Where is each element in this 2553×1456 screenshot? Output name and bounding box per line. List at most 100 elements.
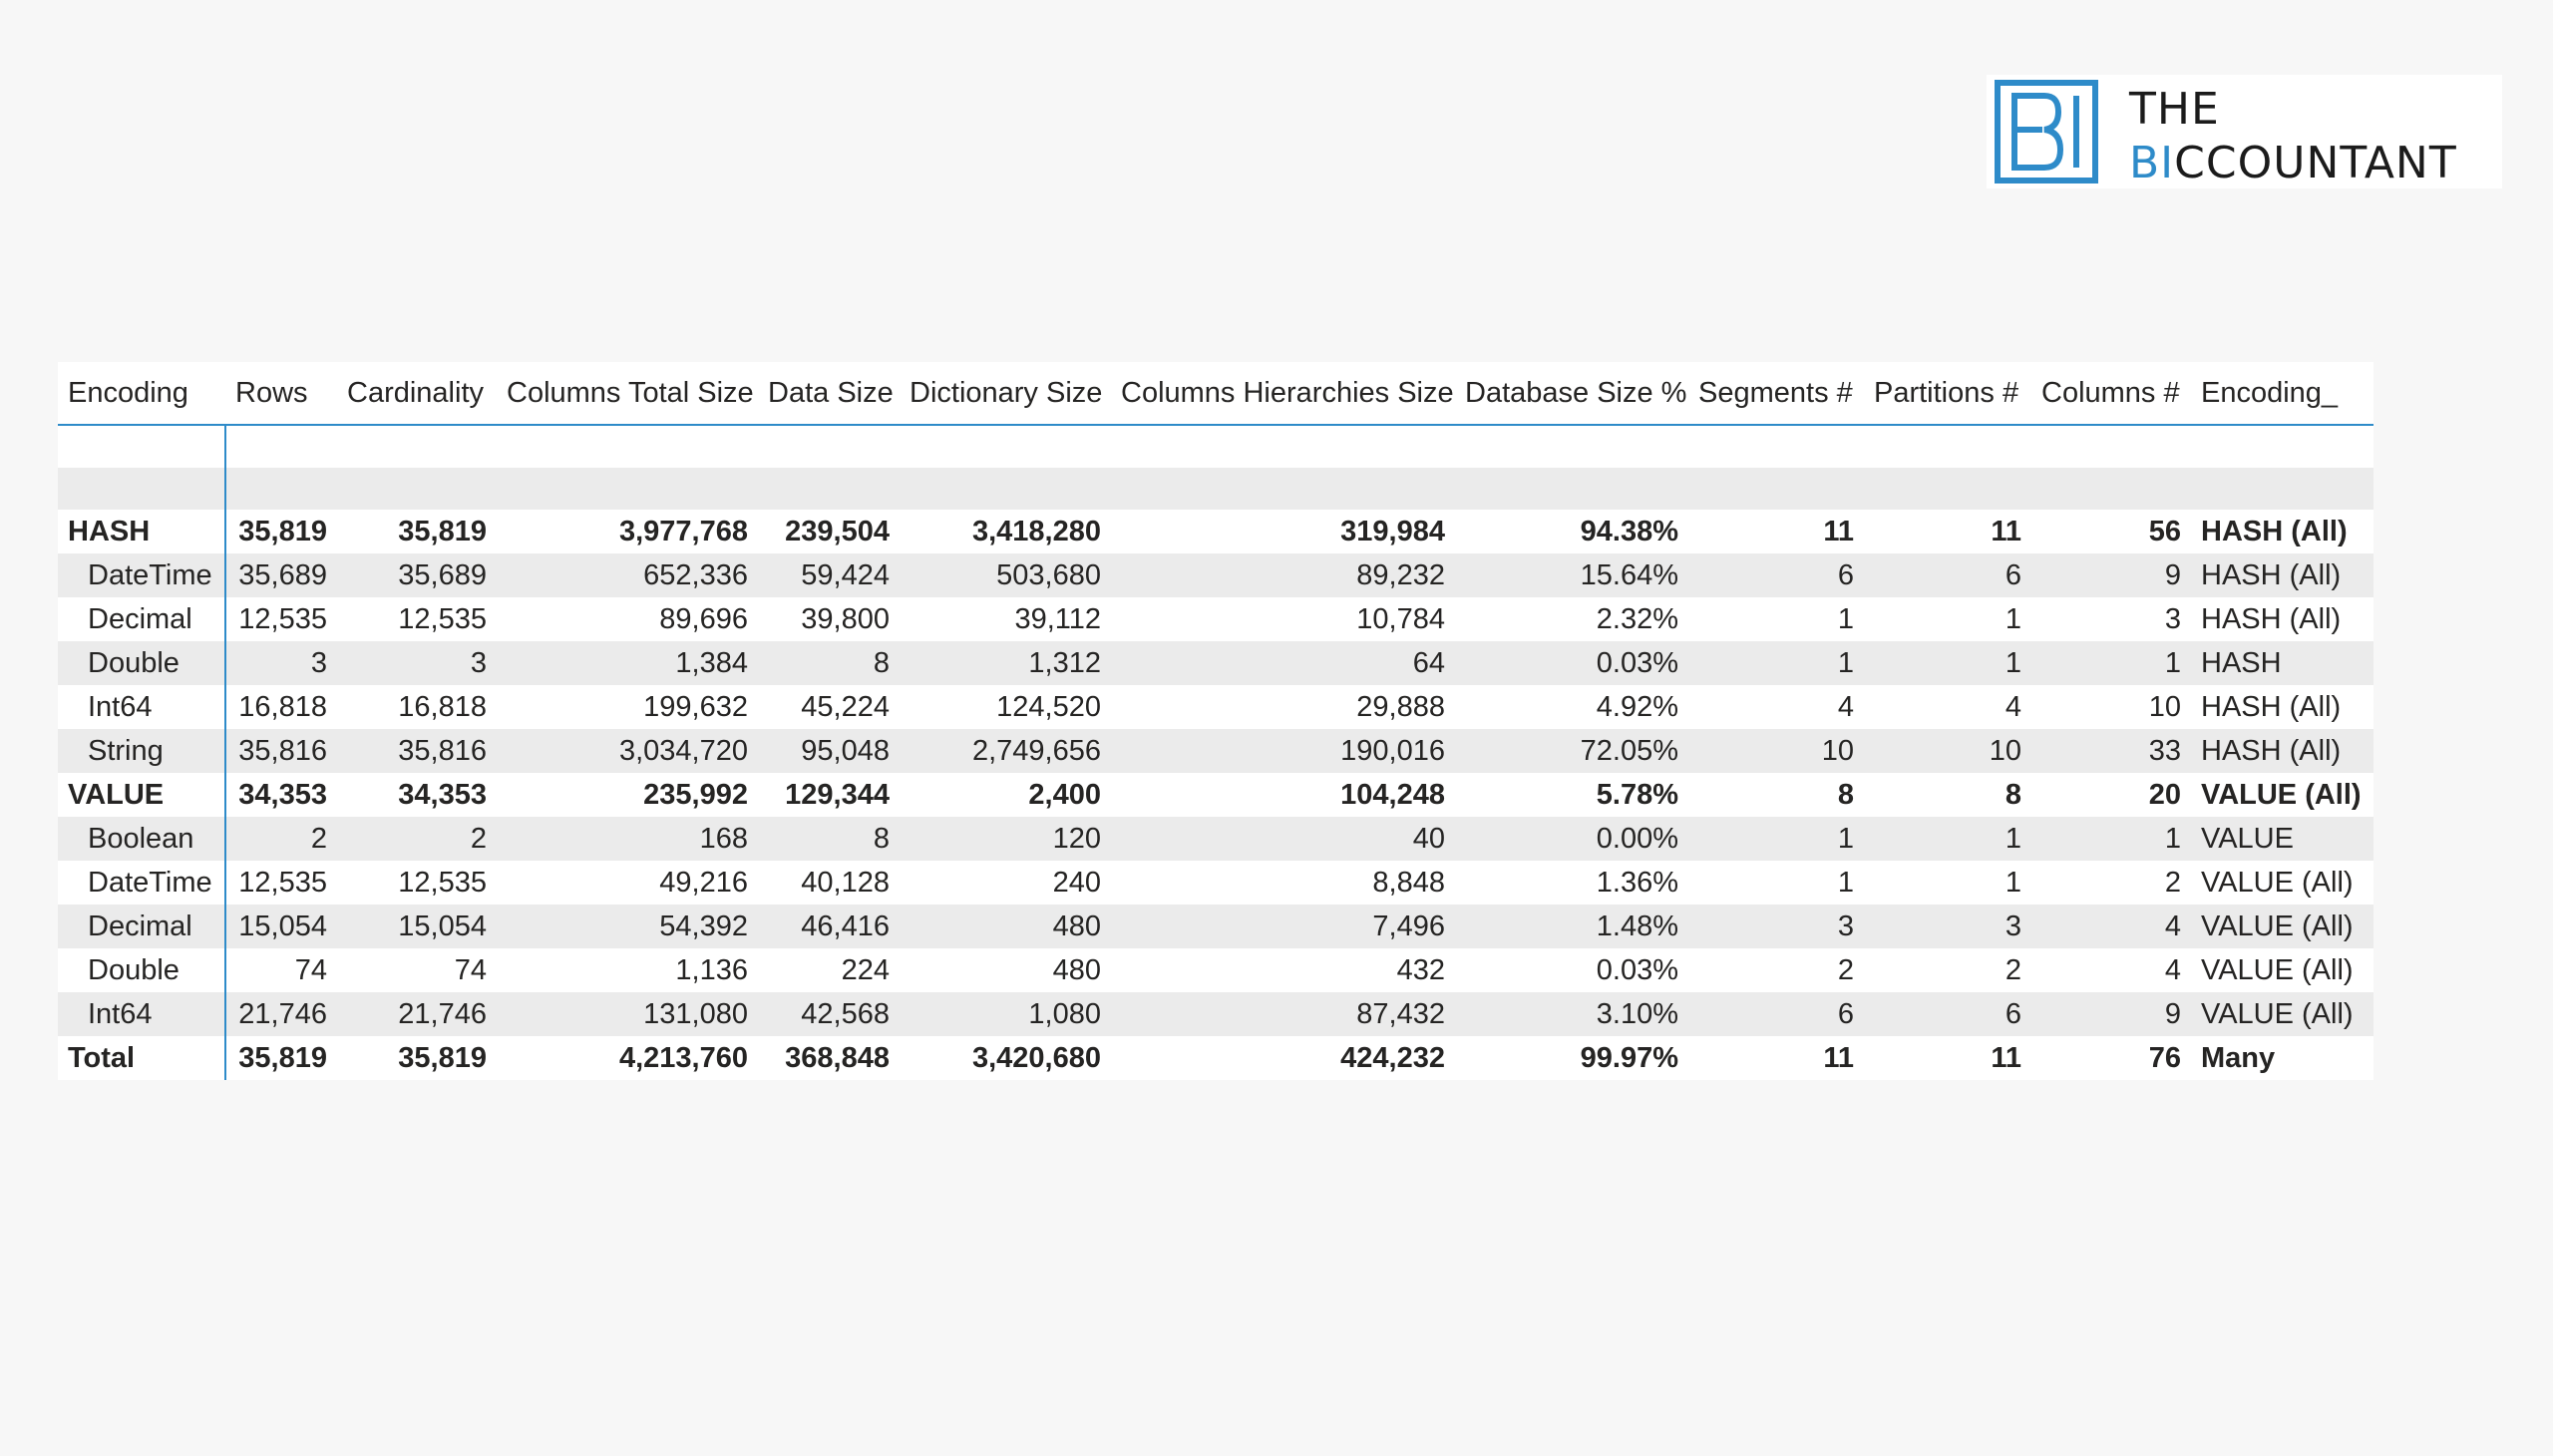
columns-total-size-cell: 1,136 (497, 948, 758, 992)
column-header-rows[interactable]: Rows (225, 362, 337, 426)
columns-cell: 4 (2031, 905, 2191, 948)
encoding-cell: VALUE (58, 773, 226, 817)
detail-row[interactable]: DateTime 35,689 35,689 652,336 59,424 503,680… (58, 553, 2373, 597)
rows-cell: 12,535 (225, 861, 337, 905)
dictionary-size-cell: 120 (900, 817, 1111, 861)
encoding-cell: Double (58, 641, 226, 685)
detail-row[interactable]: Decimal 12,535 12,535 89,696 39,800 39,112 10,… (58, 597, 2373, 641)
detail-row[interactable]: Boolean 2 2 168 8 120 40 0.00% 1 1 1 VALUE (58, 817, 2373, 861)
cardinality-cell: 35,819 (337, 510, 497, 553)
columns-hierarchies-size-cell: 7,496 (1111, 905, 1455, 948)
cardinality-cell: 12,535 (337, 597, 497, 641)
data-size-cell: 40,128 (758, 861, 900, 905)
detail-row[interactable]: Int64 16,818 16,818 199,632 45,224 124,520 29,… (58, 685, 2373, 729)
column-header-cardinality[interactable]: Cardinality (337, 362, 497, 426)
columns-cell: 1 (2031, 641, 2191, 685)
data-size-cell: 42,568 (758, 992, 900, 1036)
column-header-columns-total-size[interactable]: Columns Total Size (497, 362, 758, 426)
total-encoding-cell: Total (58, 1036, 226, 1080)
columns-hierarchies-size-cell: 8,848 (1111, 861, 1455, 905)
column-header-encoding[interactable]: Encoding (58, 362, 225, 426)
blank-cell (497, 425, 758, 468)
encoding-matrix: Encoding Rows Cardinality Columns Total … (58, 362, 2373, 1080)
columns-total-size-cell: 49,216 (497, 861, 758, 905)
detail-row[interactable]: Double 74 74 1,136 224 480 432 0.03% 2 2 4 VALUE (A… (58, 948, 2373, 992)
column-header-dictionary-size[interactable]: Dictionary Size (900, 362, 1111, 426)
columns-cell: 3 (2031, 597, 2191, 641)
dictionary-size-cell: 2,749,656 (900, 729, 1111, 773)
blank-cell (2191, 468, 2373, 510)
blank-cell (1455, 425, 1688, 468)
encoding-cell: Decimal (58, 905, 226, 948)
cardinality-cell: 16,818 (337, 685, 497, 729)
partitions-cell: 6 (1864, 553, 2031, 597)
dictionary-size-cell: 1,312 (900, 641, 1111, 685)
column-header-encoding-underscore[interactable]: Encoding_ (2191, 362, 2373, 426)
dictionary-size-cell: 124,520 (900, 685, 1111, 729)
data-size-cell: 239,504 (758, 510, 900, 553)
detail-row[interactable]: DateTime 12,535 12,535 49,216 40,128 240 8,848… (58, 861, 2373, 905)
columns-hierarchies-size-cell: 87,432 (1111, 992, 1455, 1036)
blank-cell (58, 425, 226, 468)
detail-row[interactable]: Double 3 3 1,384 8 1,312 64 0.03% 1 1 1 HASH (58, 641, 2373, 685)
detail-row[interactable]: Int64 21,746 21,746 131,080 42,568 1,080 87,43… (58, 992, 2373, 1036)
columns-total-size-cell: 54,392 (497, 905, 758, 948)
data-size-cell: 95,048 (758, 729, 900, 773)
detail-row[interactable]: String 35,816 35,816 3,034,720 95,048 2,749,6… (58, 729, 2373, 773)
rows-cell: 3 (225, 641, 337, 685)
columns-total-size-cell: 168 (497, 817, 758, 861)
encoding-label-cell: VALUE (2191, 817, 2373, 861)
rows-cell: 34,353 (225, 773, 337, 817)
encoding-label-cell: VALUE (All) (2191, 773, 2373, 817)
columns-cell: 4 (2031, 948, 2191, 992)
cardinality-cell: 74 (337, 948, 497, 992)
column-header-columns[interactable]: Columns # (2031, 362, 2191, 426)
rows-cell: 15,054 (225, 905, 337, 948)
database-size-pct-cell: 15.64% (1455, 553, 1688, 597)
detail-row[interactable]: Decimal 15,054 15,054 54,392 46,416 480 7,496 1… (58, 905, 2373, 948)
bi-logo-icon (1995, 80, 2098, 183)
group-row[interactable]: HASH 35,819 35,819 3,977,768 239,504 3,418,28… (58, 510, 2373, 553)
database-size-pct-cell: 94.38% (1455, 510, 1688, 553)
group-row[interactable]: VALUE 34,353 34,353 235,992 129,344 2,400 104,… (58, 773, 2373, 817)
column-header-data-size[interactable]: Data Size (758, 362, 900, 426)
partitions-cell: 6 (1864, 992, 2031, 1036)
partitions-cell: 3 (1864, 905, 2031, 948)
blank-cell (758, 425, 900, 468)
columns-total-size-cell: 131,080 (497, 992, 758, 1036)
total-data-size-cell: 368,848 (758, 1036, 900, 1080)
column-header-segments[interactable]: Segments # (1688, 362, 1864, 426)
columns-total-size-cell: 3,034,720 (497, 729, 758, 773)
columns-cell: 33 (2031, 729, 2191, 773)
logo-line-the: THE (2129, 84, 2220, 135)
dictionary-size-cell: 240 (900, 861, 1111, 905)
columns-hierarchies-size-cell: 40 (1111, 817, 1455, 861)
data-size-cell: 8 (758, 641, 900, 685)
cardinality-cell: 21,746 (337, 992, 497, 1036)
encoding-label-cell: HASH (All) (2191, 553, 2373, 597)
segments-cell: 6 (1688, 553, 1864, 597)
dictionary-size-cell: 480 (900, 905, 1111, 948)
dictionary-size-cell: 39,112 (900, 597, 1111, 641)
blank-row (58, 468, 2373, 510)
data-size-cell: 46,416 (758, 905, 900, 948)
database-size-pct-cell: 0.03% (1455, 948, 1688, 992)
partitions-cell: 8 (1864, 773, 2031, 817)
blank-cell (758, 468, 900, 510)
encoding-label-cell: VALUE (All) (2191, 948, 2373, 992)
columns-hierarchies-size-cell: 89,232 (1111, 553, 1455, 597)
partitions-cell: 1 (1864, 817, 2031, 861)
total-columns-cell: 76 (2031, 1036, 2191, 1080)
columns-total-size-cell: 1,384 (497, 641, 758, 685)
partitions-cell: 1 (1864, 641, 2031, 685)
column-header-partitions[interactable]: Partitions # (1864, 362, 2031, 426)
encoding-cell: Decimal (58, 597, 226, 641)
columns-cell: 9 (2031, 992, 2191, 1036)
total-dictionary-size-cell: 3,420,680 (900, 1036, 1111, 1080)
cardinality-cell: 34,353 (337, 773, 497, 817)
dictionary-size-cell: 1,080 (900, 992, 1111, 1036)
column-header-columns-hierarchies-size[interactable]: Columns Hierarchies Size (1111, 362, 1455, 426)
column-header-database-size-pct[interactable]: Database Size % (1455, 362, 1688, 426)
encoding-label-cell: HASH (All) (2191, 729, 2373, 773)
encoding-cell: DateTime (58, 861, 226, 905)
